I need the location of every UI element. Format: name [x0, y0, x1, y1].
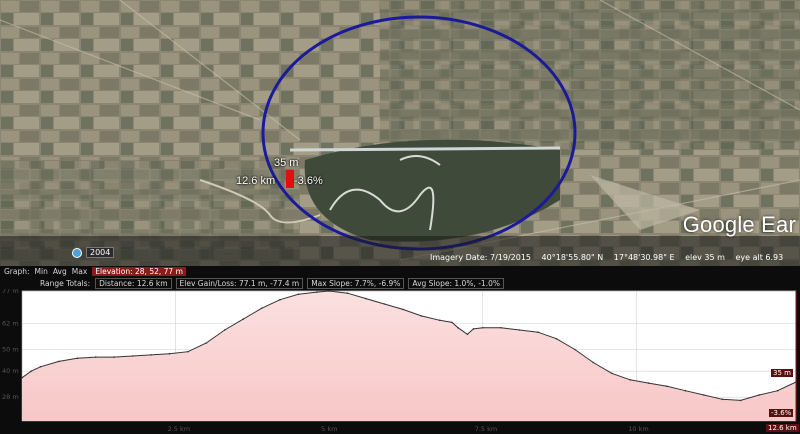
elevation-point [472, 328, 475, 330]
elevation-point [365, 297, 367, 300]
graph-max-option[interactable]: Max [72, 267, 88, 276]
elevation-point [500, 327, 502, 329]
distance-total: Distance: 12.6 km [95, 278, 172, 289]
elevation-point [537, 331, 539, 333]
elevation-point [187, 350, 189, 353]
elevation-point [316, 291, 318, 293]
elevation-point [420, 315, 423, 317]
graph-min-option[interactable]: Min [35, 267, 48, 276]
clock-icon[interactable] [72, 247, 82, 258]
imagery-date: Imagery Date: 7/19/2015 [430, 253, 531, 262]
elevation-point [279, 298, 281, 301]
elevation-point [205, 342, 208, 344]
y-tick-label: 50 m [2, 346, 19, 354]
elevation-point [58, 360, 60, 363]
elevation-point [703, 394, 705, 396]
google-earth-logo: Google Ear [682, 212, 796, 237]
profile-svg[interactable]: 77 m 62 m 50 m 40 m 28 m 2.5 km 5 km 7.5 km 10 k… [0, 289, 800, 434]
elevation-point [739, 399, 742, 402]
elevation-point [666, 385, 668, 388]
avg-slope: Avg Slope: 1.0%, -1.0% [408, 278, 504, 289]
range-totals-label: Range Totals: [40, 279, 91, 288]
map-view[interactable]: 35 m 12.6 km -3.6% Google Ear 2004 Image… [0, 0, 800, 266]
elevation-profile-chart[interactable]: 77 m 62 m 50 m 40 m 28 m 2.5 km 5 km 7.5 km 10 k… [0, 289, 800, 434]
profile-toolbar: Graph: Min Avg Max Elevation: 28, 52, 77… [0, 266, 800, 289]
marker-distance: 12.6 km [236, 175, 276, 187]
longitude: 17°48'30.98" E [613, 253, 675, 262]
profile-end-elevation: 35 m [771, 369, 793, 377]
marker-elevation: 35 m [274, 157, 299, 169]
elevation-point [297, 293, 300, 296]
graph-label: Graph: [4, 267, 30, 276]
elevation-point [150, 354, 152, 356]
status-bar: Imagery Date: 7/19/2015 40°18'55.80" N 1… [430, 253, 791, 262]
elevation-point [113, 356, 115, 358]
latitude: 40°18'55.80" N [541, 253, 604, 262]
elevation-point [346, 292, 349, 294]
elevation-point [647, 382, 650, 384]
elevation-point [383, 303, 386, 305]
y-tick-label: 28 m [2, 393, 19, 401]
elevation-point [457, 327, 459, 329]
x-tick-label: 10 km [628, 425, 648, 433]
eye-altitude: eye alt 6.93 [735, 253, 784, 262]
x-tick-label: 7.5 km [475, 425, 498, 433]
elevation-point [776, 389, 779, 392]
x-tick-label: 2.5 km [168, 425, 191, 433]
elevation-point [466, 333, 469, 336]
elevation-point [260, 307, 263, 310]
elevation-point [21, 376, 23, 379]
max-slope: Max Slope: 7.7%, -6.9% [307, 278, 405, 289]
profile-end-distance: 12.6 km [766, 424, 799, 432]
x-tick-label: 5 km [321, 425, 337, 433]
elevation-point [481, 327, 484, 329]
elevation-point [242, 318, 244, 320]
historical-imagery-control[interactable]: 2004 [72, 247, 115, 258]
elevation-point [592, 361, 595, 364]
elevation-summary[interactable]: Elevation: 28, 52, 77 m [92, 267, 186, 276]
elevation-point [758, 394, 760, 396]
elevation-point [223, 329, 226, 331]
elevation-point [168, 353, 171, 355]
y-tick-label: 77 m [2, 289, 19, 295]
elevation-point [684, 389, 687, 392]
marker-slope: -3.6% [294, 175, 323, 187]
elev-gain-loss: Elev Gain/Loss: 77.1 m, -77.4 m [175, 278, 304, 289]
elevation-point [574, 348, 576, 351]
year-badge: 2004 [86, 247, 115, 258]
elevation-point [30, 370, 32, 372]
graph-avg-option[interactable]: Avg [53, 267, 67, 276]
elevation-point [555, 337, 558, 340]
elevation-point [438, 319, 441, 322]
y-tick-label: 40 m [2, 367, 19, 375]
elevation-readout: elev 35 m [685, 253, 725, 262]
elevation-point [39, 366, 42, 368]
elevation-point [328, 290, 330, 292]
elevation-point [629, 379, 631, 381]
satellite-imagery [0, 0, 800, 266]
elevation-point [402, 308, 404, 311]
y-tick-label: 62 m [2, 320, 19, 328]
elevation-point [76, 357, 79, 359]
elevation-point [131, 355, 134, 357]
profile-end-slope: -3.6% [769, 409, 794, 417]
elevation-point [94, 356, 97, 358]
elevation-point [721, 398, 724, 401]
position-marker[interactable] [286, 170, 294, 188]
elevation-point [610, 372, 613, 375]
elevation-point [518, 329, 521, 331]
elevation-point [451, 321, 453, 324]
